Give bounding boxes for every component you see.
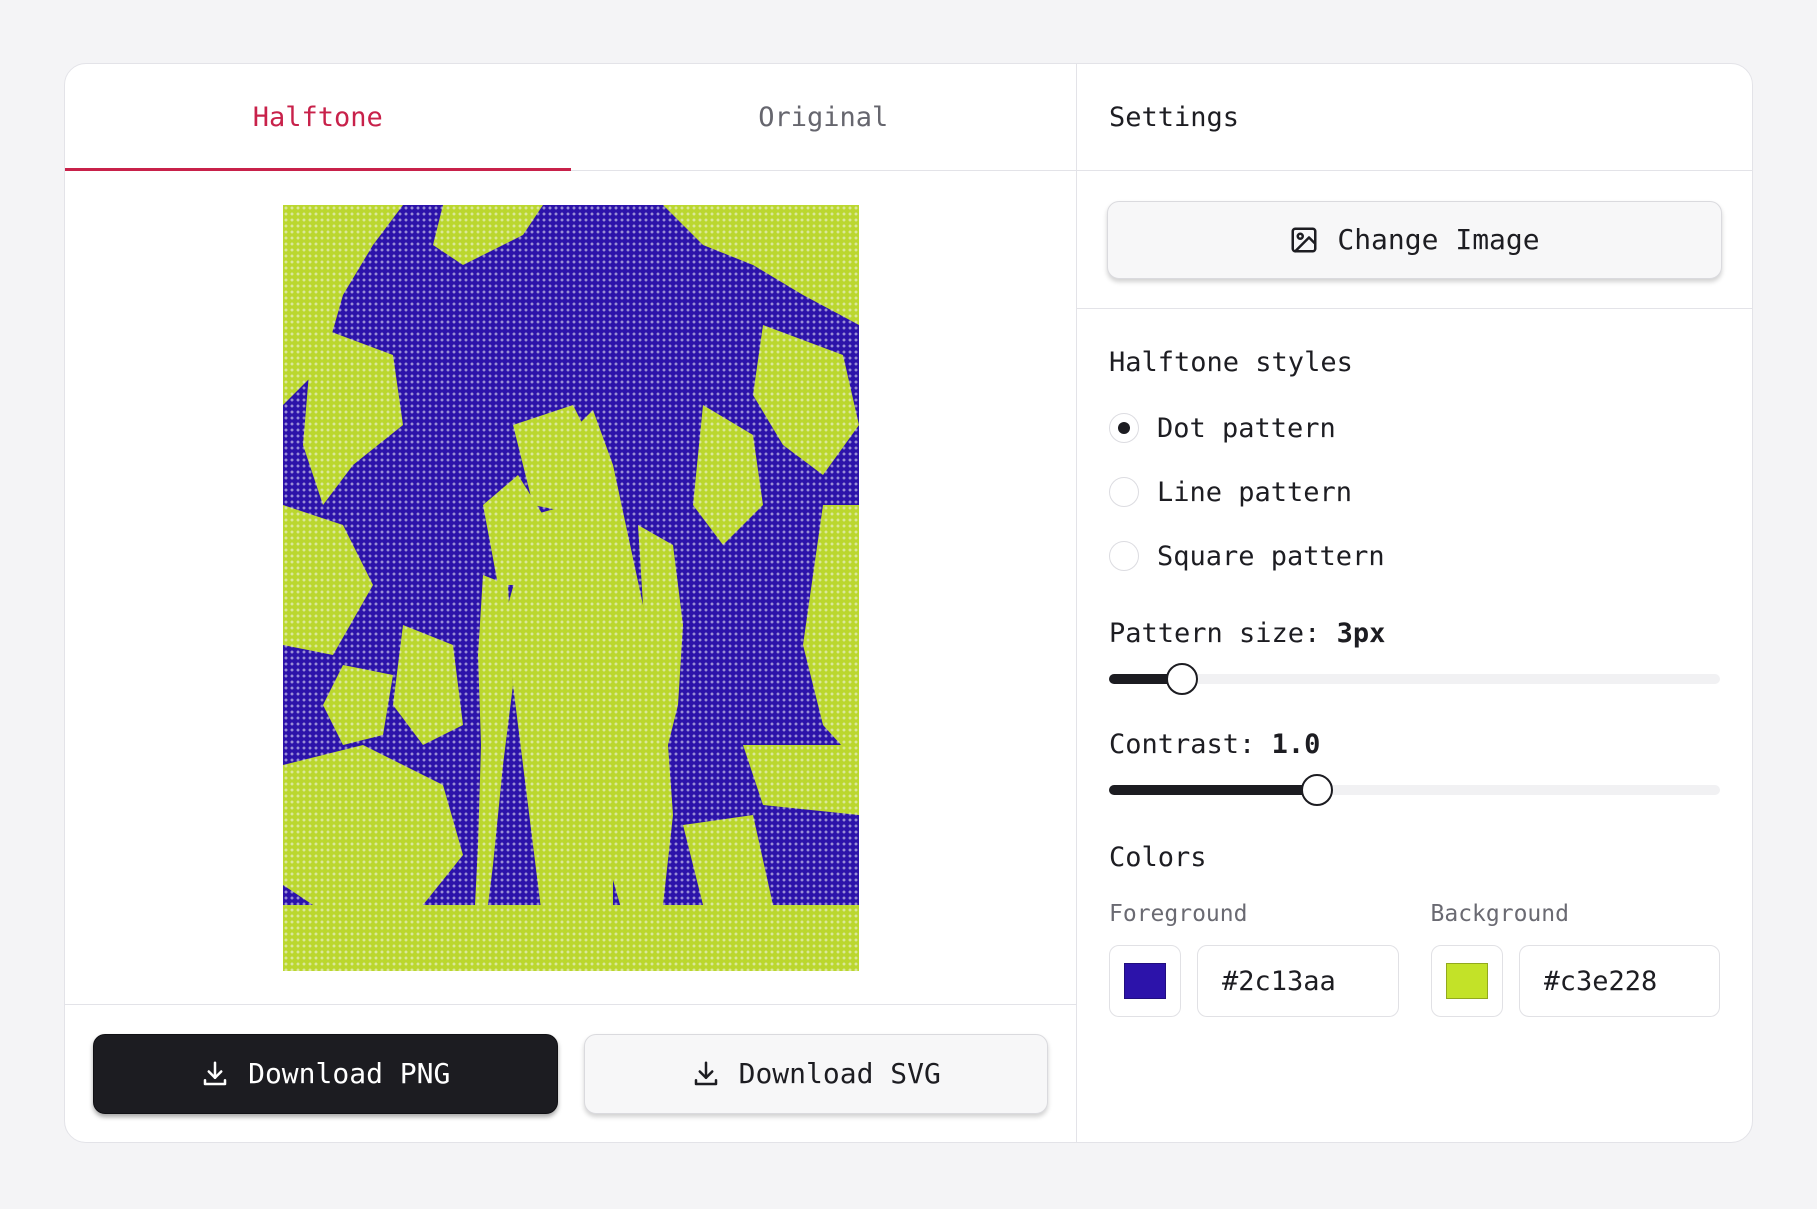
background-swatch-color	[1445, 963, 1488, 999]
background-color: Background	[1430, 901, 1720, 1017]
preview-area	[65, 171, 1076, 1004]
view-tabs: Halftone Original	[65, 64, 1076, 171]
slider-track[interactable]	[1109, 674, 1720, 684]
radio-button[interactable]	[1109, 541, 1139, 571]
slider-thumb[interactable]	[1166, 663, 1199, 695]
tab-halftone[interactable]: Halftone	[65, 64, 571, 171]
contrast-value: 1.0	[1271, 729, 1321, 760]
contrast-slider[interactable]	[1109, 770, 1720, 810]
pattern-size-value: 3px	[1336, 618, 1386, 649]
change-image-label: Change Image	[1337, 223, 1540, 256]
foreground-color: Foreground	[1109, 901, 1399, 1017]
download-icon	[203, 1061, 227, 1085]
download-icon	[694, 1061, 717, 1085]
settings-controls: Halftone styles Dot pattern Line pattern…	[1077, 309, 1752, 1017]
radio-label: Dot pattern	[1157, 412, 1336, 444]
download-svg-button[interactable]: Download SVG	[583, 1033, 1048, 1114]
radio-label: Square pattern	[1157, 540, 1385, 572]
settings-title: Settings	[1077, 64, 1752, 171]
pattern-size-slider[interactable]	[1109, 659, 1720, 699]
halftone-image	[282, 205, 859, 971]
background-label: Background	[1430, 901, 1569, 927]
foreground-swatch[interactable]	[1109, 945, 1181, 1017]
halftone-styles-title: Halftone styles	[1109, 347, 1353, 378]
radio-button[interactable]	[1109, 477, 1139, 507]
settings-panel: Settings Change Image Halftone styles Do…	[1077, 64, 1752, 1142]
slider-thumb[interactable]	[1300, 774, 1333, 806]
change-image-section: Change Image	[1077, 171, 1752, 309]
halftone-app: Halftone Original Download PNG Download …	[64, 63, 1753, 1143]
radio-dot-pattern[interactable]: Dot pattern	[1109, 396, 1720, 460]
foreground-hex-input[interactable]	[1197, 945, 1399, 1017]
download-svg-label: Download SVG	[738, 1057, 941, 1090]
color-pickers: Foreground Background	[1109, 901, 1720, 1017]
colors-title: Colors	[1109, 842, 1207, 873]
pattern-size-label: Pattern size: 3px	[1109, 618, 1720, 649]
pattern-size-caption: Pattern size:	[1109, 618, 1321, 649]
download-png-label: Download PNG	[248, 1057, 451, 1090]
foreground-label: Foreground	[1109, 901, 1248, 927]
slider-fill	[1109, 785, 1317, 795]
halftone-dot-overlay	[282, 205, 859, 971]
change-image-button[interactable]: Change Image	[1107, 200, 1722, 279]
background-swatch[interactable]	[1430, 945, 1503, 1017]
image-icon	[1291, 227, 1317, 252]
radio-label: Line pattern	[1157, 476, 1353, 508]
contrast-caption: Contrast:	[1109, 729, 1256, 760]
radio-line-pattern[interactable]: Line pattern	[1109, 460, 1720, 524]
radio-square-pattern[interactable]: Square pattern	[1109, 524, 1720, 588]
preview-panel: Halftone Original Download PNG Download …	[65, 64, 1077, 1142]
tab-original[interactable]: Original	[571, 64, 1077, 170]
download-bar: Download PNG Download SVG	[65, 1004, 1076, 1142]
background-hex-input[interactable]	[1518, 945, 1720, 1017]
foreground-swatch-color	[1124, 963, 1166, 999]
contrast-label: Contrast: 1.0	[1109, 729, 1720, 760]
radio-button[interactable]	[1109, 413, 1139, 443]
download-png-button[interactable]: Download PNG	[93, 1033, 558, 1114]
